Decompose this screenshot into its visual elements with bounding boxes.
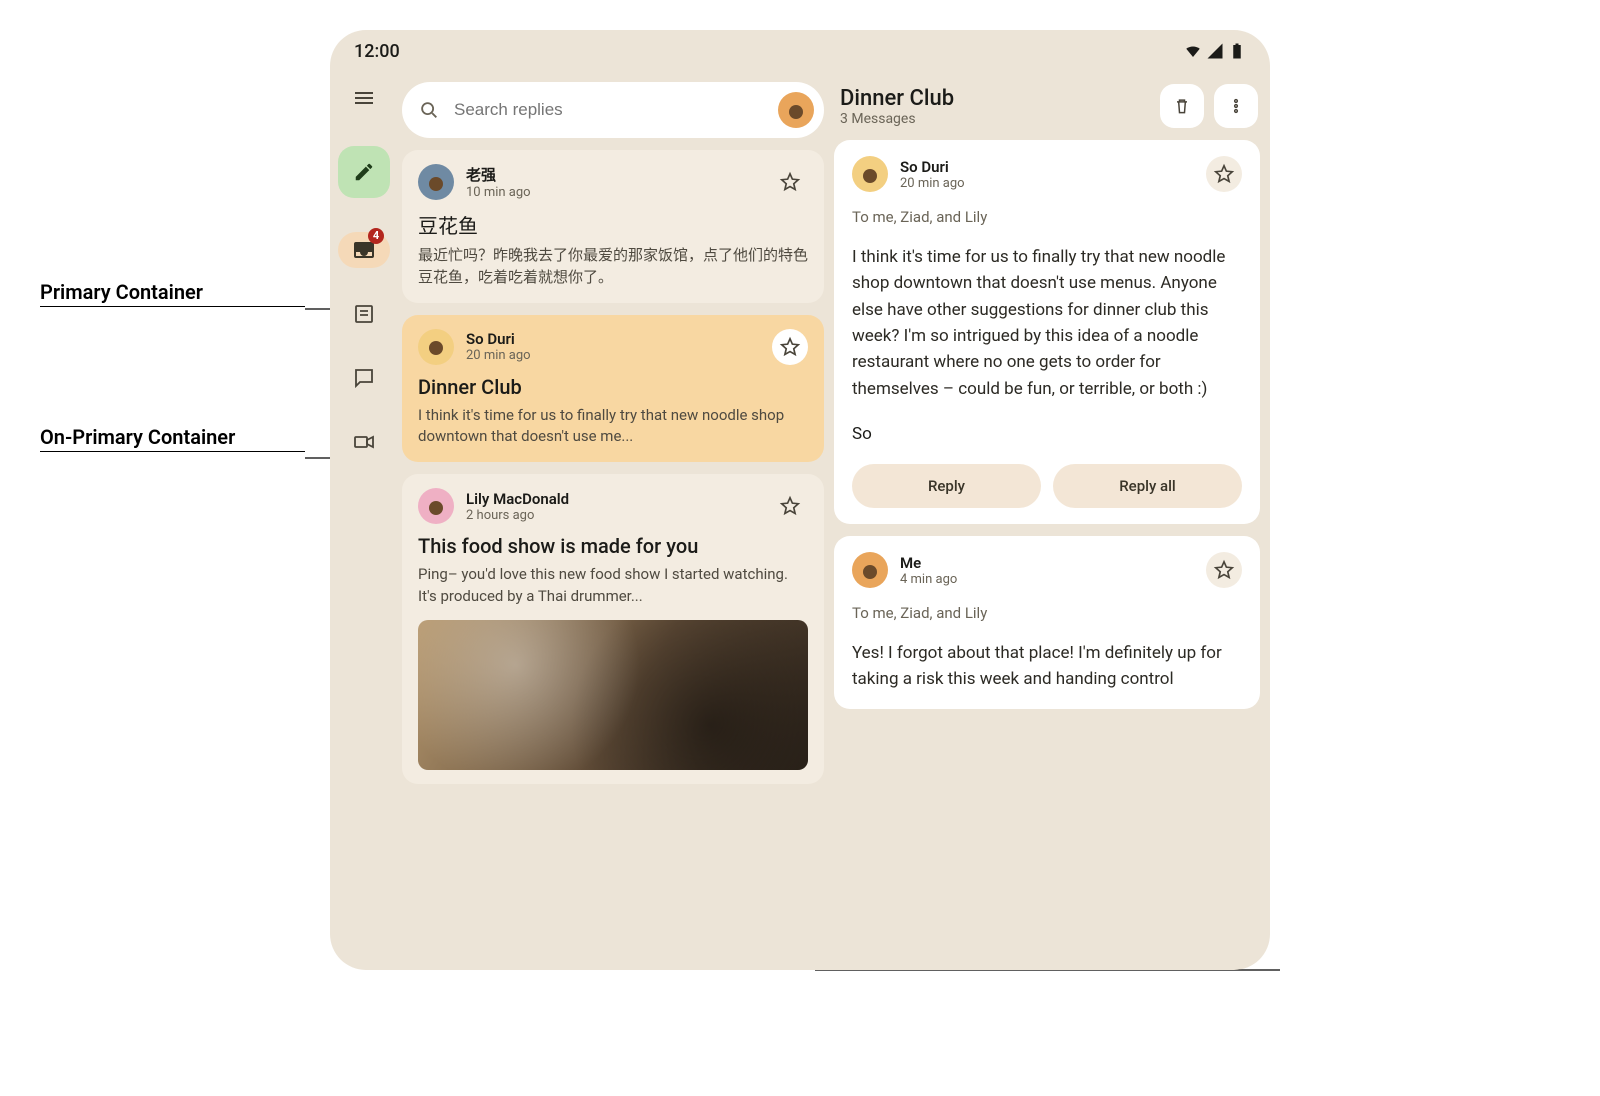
diagram-annotations: Primary Container On-Primary Container	[40, 280, 320, 460]
search-input[interactable]	[454, 100, 764, 120]
message-signature: So	[852, 424, 1242, 444]
delete-button[interactable]	[1160, 84, 1204, 128]
more-vert-icon	[1226, 96, 1246, 116]
status-time: 12:00	[354, 41, 400, 62]
thread-preview: Ping– you'd love this new food show I st…	[418, 564, 808, 608]
inbox-badge: 4	[368, 228, 384, 244]
menu-button[interactable]	[352, 86, 376, 114]
compose-fab[interactable]	[338, 146, 390, 198]
thread-preview: I think it's time for us to finally try …	[418, 405, 808, 449]
star-button[interactable]	[772, 488, 808, 524]
message-time: 20 min ago	[900, 176, 1194, 191]
star-button[interactable]	[1206, 156, 1242, 192]
sender-avatar	[418, 329, 454, 365]
reply-button[interactable]: Reply	[852, 464, 1041, 508]
message-time: 4 min ago	[900, 572, 1194, 587]
overflow-button[interactable]	[1214, 84, 1258, 128]
star-button[interactable]	[1206, 552, 1242, 588]
nav-articles[interactable]	[338, 296, 390, 332]
star-button[interactable]	[772, 329, 808, 365]
sender-avatar	[852, 552, 888, 588]
signal-icon	[1206, 42, 1224, 60]
thread-subject: This food show is made for you	[418, 534, 808, 558]
battery-icon	[1228, 42, 1246, 60]
star-button[interactable]	[772, 164, 808, 200]
thread-list-pane: 老强 10 min ago 豆花鱼 最近忙吗？昨晚我去了你最爱的那家饭馆，点了他…	[398, 72, 828, 970]
conversation-count: 3 Messages	[840, 111, 1150, 127]
thread-item-selected[interactable]: So Duri 20 min ago Dinner Club I think i…	[402, 315, 824, 463]
message-body: I think it's time for us to finally try …	[852, 244, 1242, 402]
search-bar[interactable]	[402, 82, 824, 138]
wifi-icon	[1184, 42, 1202, 60]
detail-pane: Dinner Club 3 Messages So Duri 20 min ag…	[834, 82, 1260, 970]
thread-item[interactable]: 老强 10 min ago 豆花鱼 最近忙吗？昨晚我去了你最爱的那家饭馆，点了他…	[402, 150, 824, 303]
sender-name: Lily MacDonald	[466, 490, 760, 508]
sender-avatar	[852, 156, 888, 192]
device-frame: 12:00 4	[330, 30, 1270, 970]
nav-inbox[interactable]: 4	[338, 232, 390, 268]
sender-avatar	[418, 164, 454, 200]
reply-all-button[interactable]: Reply all	[1053, 464, 1242, 508]
nav-chat[interactable]	[338, 360, 390, 396]
thread-time: 2 hours ago	[466, 508, 760, 523]
message-card: Me 4 min ago To me, Ziad, and Lily Yes! …	[834, 536, 1260, 709]
thread-time: 20 min ago	[466, 348, 760, 363]
message-recipients: To me, Ziad, and Lily	[852, 604, 1242, 622]
conversation-title: Dinner Club	[840, 86, 1150, 111]
nav-video[interactable]	[338, 424, 390, 460]
navigation-rail: 4	[330, 72, 398, 970]
thread-subject: Dinner Club	[418, 375, 808, 399]
message-sender: So Duri	[900, 158, 1194, 176]
account-avatar[interactable]	[778, 92, 814, 128]
annotation-primary-container: Primary Container	[40, 280, 320, 304]
sender-avatar	[418, 488, 454, 524]
message-body: Yes! I forgot about that place! I'm defi…	[852, 640, 1242, 693]
annotation-on-primary-container: On-Primary Container	[40, 425, 320, 449]
sender-name: So Duri	[466, 330, 760, 348]
message-recipients: To me, Ziad, and Lily	[852, 208, 1242, 226]
sender-name: 老强	[466, 164, 760, 185]
thread-subject: 豆花鱼	[418, 210, 808, 239]
message-sender: Me	[900, 554, 1194, 572]
status-icons	[1184, 42, 1246, 60]
thread-time: 10 min ago	[466, 185, 760, 200]
thread-image	[418, 620, 808, 770]
status-bar: 12:00	[330, 30, 1270, 72]
thread-preview: 最近忙吗？昨晚我去了你最爱的那家饭馆，点了他们的特色豆花鱼，吃着吃着就想你了。	[418, 245, 808, 289]
message-card: So Duri 20 min ago To me, Ziad, and Lily…	[834, 140, 1260, 524]
thread-item[interactable]: Lily MacDonald 2 hours ago This food sho…	[402, 474, 824, 784]
trash-icon	[1172, 96, 1192, 116]
search-icon	[418, 99, 440, 121]
